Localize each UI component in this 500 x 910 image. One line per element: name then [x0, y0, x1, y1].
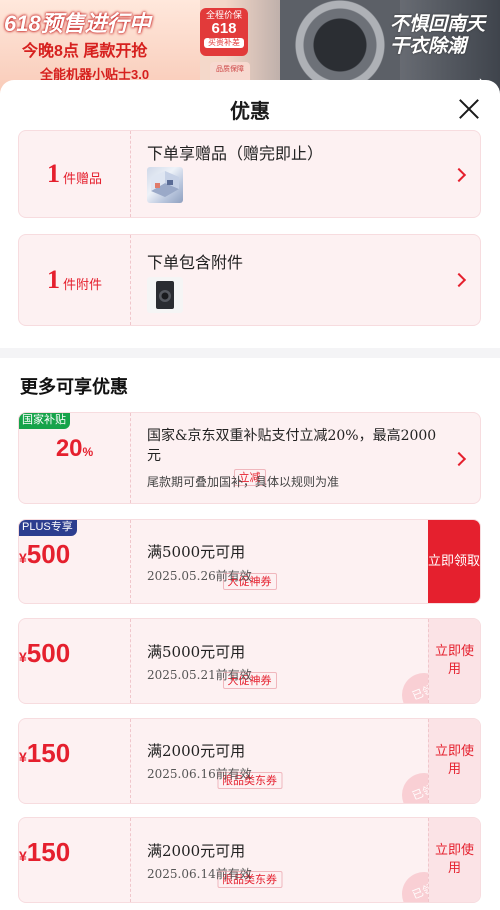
section-separator: [0, 348, 500, 358]
use-coupon-button[interactable]: 立即使用: [428, 619, 480, 703]
coupon-amount-number: 500: [26, 539, 71, 569]
close-icon[interactable]: [456, 96, 482, 122]
chevron-right-icon: [451, 272, 467, 288]
coupon-card: ¥500 大促神券 满5000元可用 2025.05.21前有效 已领 立即使用: [18, 618, 481, 704]
subsidy-text: 国家&京东双重补贴支付立减20%，最高2000元: [147, 428, 437, 464]
card-divider: [130, 131, 131, 217]
currency-symbol: ¥: [19, 649, 27, 665]
subsidy-percent: 20%: [19, 435, 130, 463]
card-divider: [130, 413, 131, 503]
accessory-count: 1 件附件: [19, 235, 130, 325]
accessory-count-number: 1: [46, 265, 60, 294]
accessory-card[interactable]: 1 件附件 下单包含附件: [18, 234, 481, 326]
currency-symbol: ¥: [19, 550, 27, 566]
coupon-expiry: 2025.06.16前有效: [147, 767, 252, 781]
subsidy-card[interactable]: 国家补贴 20% 立减 国家&京东双重补贴支付立减20%，最高2000元 尾款期…: [18, 412, 481, 504]
coupon-expiry: 2025.05.21前有效: [147, 668, 252, 682]
accessory-count-unit: 件附件: [62, 277, 102, 293]
card-divider: [130, 520, 131, 603]
accessory-title: 下单包含附件: [147, 253, 244, 272]
use-coupon-button[interactable]: 立即使用: [428, 818, 480, 902]
coupon-amount: ¥150: [19, 738, 130, 769]
gift-title: 下单享赠品（赠完即止）: [147, 144, 324, 163]
badge-bottom-text: 买贵补差: [204, 38, 244, 48]
coupon-amount-number: 150: [26, 738, 71, 768]
coupon-amount: ¥150: [19, 837, 130, 868]
subsidy-note: 尾款期可叠加国补，具体以规则为准: [147, 475, 340, 489]
room-3d-thumbnail-icon: [147, 167, 183, 203]
chevron-right-icon: [451, 167, 467, 183]
coupon-card: PLUS专享 ¥500 大促神券 满5000元可用 2025.05.26前有效 …: [18, 519, 481, 604]
card-divider: [130, 619, 131, 703]
coupon-amount-number: 150: [26, 837, 71, 867]
badge-top-text: 全程价保: [205, 10, 242, 20]
coupon-expiry: 2025.06.14前有效: [147, 867, 252, 881]
badge-number: 618: [211, 20, 237, 37]
gift-card[interactable]: 1 件赠品 下单享赠品（赠完即止）: [18, 130, 481, 218]
coupon-amount-number: 500: [26, 638, 71, 668]
coupon-threshold: 满2000元可用: [147, 742, 246, 760]
banner-right-line-2: 干衣除潮: [390, 36, 467, 57]
washer-dryer-thumbnail-icon: [147, 277, 183, 313]
banner-right-text: 不惧回南天 干衣除潮: [390, 14, 485, 58]
more-offers-title: 更多可享优惠: [20, 377, 128, 398]
subsidy-tag: 国家补贴: [19, 413, 70, 429]
coupon-threshold: 满2000元可用: [147, 842, 246, 860]
discount-sheet: 优惠 1 件赠品 下单享赠品（赠完即止） 1 件附件 下单包含附件 更多可享优惠…: [0, 80, 500, 910]
card-divider: [130, 235, 131, 325]
plus-exclusive-tag: PLUS专享: [19, 520, 77, 536]
coupon-threshold: 满5000元可用: [147, 543, 246, 561]
subsidy-percent-sign: %: [82, 445, 94, 459]
currency-symbol: ¥: [19, 848, 27, 864]
use-coupon-button[interactable]: 立即使用: [428, 719, 480, 803]
banner-right-line-1: 不惧回南天: [390, 14, 486, 35]
gift-count-number: 1: [46, 159, 60, 188]
claim-coupon-button[interactable]: 立即领取: [428, 520, 480, 603]
gift-count-unit: 件赠品: [62, 171, 102, 187]
card-divider: [130, 818, 131, 902]
currency-symbol: ¥: [19, 749, 27, 765]
card-divider: [130, 719, 131, 803]
coupon-expiry: 2025.05.26前有效: [147, 569, 252, 583]
coupon-amount: ¥500: [19, 539, 130, 570]
gift-count: 1 件赠品: [19, 131, 130, 217]
price-protect-badge: 全程价保 618 买贵补差: [200, 8, 248, 56]
coupon-threshold: 满5000元可用: [147, 643, 246, 661]
banner-subline: 今晚8点 尾款开抢: [22, 43, 148, 60]
chevron-right-icon: [451, 451, 467, 467]
coupon-card: ¥150 限品类东券 满2000元可用 2025.06.14前有效 已领 立即使…: [18, 817, 481, 903]
banner-headline: 618预售进行中: [4, 11, 151, 36]
subsidy-percent-number: 20: [55, 435, 83, 462]
coupon-card: ¥150 限品类东券 满2000元可用 2025.06.16前有效 已领 立即使…: [18, 718, 481, 804]
coupon-amount: ¥500: [19, 638, 130, 669]
sheet-title: 优惠: [230, 99, 270, 123]
